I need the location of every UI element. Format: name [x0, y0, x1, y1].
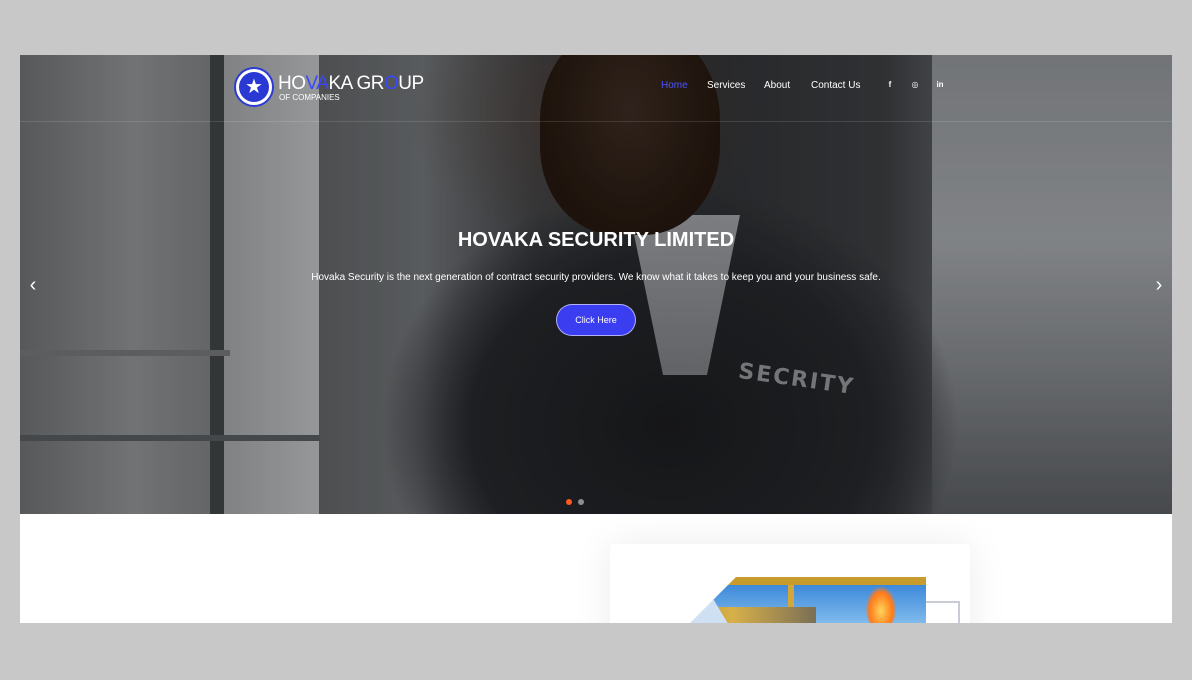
logo-text-part-accent: VA: [305, 73, 329, 94]
facebook-icon[interactable]: f: [884, 79, 896, 91]
hero-title: HOVAKA SECURITY LIMITED: [457, 229, 735, 251]
nav-link-contact-us[interactable]: Contact Us: [811, 80, 860, 91]
star-emblem-icon: ★: [245, 76, 263, 98]
slider-next-arrow-icon[interactable]: ›: [1150, 273, 1168, 297]
linkedin-icon[interactable]: in: [934, 79, 946, 91]
top-navbar: ★ HOVAKA GROUP OF COMPANIES Home Service…: [20, 55, 1172, 122]
click-here-button[interactable]: Click Here: [556, 304, 636, 336]
nav-link-home[interactable]: Home: [661, 80, 688, 91]
logo-text-part: HO: [278, 73, 306, 94]
nav-link-about[interactable]: About: [764, 80, 790, 91]
browser-viewport: SECRITY ★ HOVAKA GROUP OF COMPANIES Home…: [20, 55, 1172, 623]
slider-dot[interactable]: [578, 499, 584, 505]
logo-wordmark: HOVAKA GROUP: [278, 73, 424, 95]
hero-overlay: [20, 55, 1172, 514]
hero-slider: SECRITY ★ HOVAKA GROUP OF COMPANIES Home…: [20, 55, 1172, 514]
instagram-icon[interactable]: ◎: [909, 79, 921, 91]
slider-dot-active[interactable]: [566, 499, 572, 505]
logo-subtitle: OF COMPANIES: [279, 93, 340, 102]
slider-prev-arrow-icon[interactable]: ‹: [24, 273, 42, 297]
logo-text-part-accent: O: [384, 73, 399, 94]
nav-link-services[interactable]: Services: [707, 80, 745, 91]
hero-subtitle: Hovaka Security is the next generation o…: [311, 272, 881, 283]
about-section: [20, 514, 1172, 623]
logo-emblem-icon: ★: [234, 67, 274, 107]
image-gas-flare: [866, 587, 896, 623]
logo-text-part: UP: [398, 73, 424, 94]
oil-plant-image: [676, 577, 926, 623]
site-logo[interactable]: ★ HOVAKA GROUP OF COMPANIES: [234, 67, 424, 111]
logo-text-part: KA GR: [328, 73, 385, 94]
